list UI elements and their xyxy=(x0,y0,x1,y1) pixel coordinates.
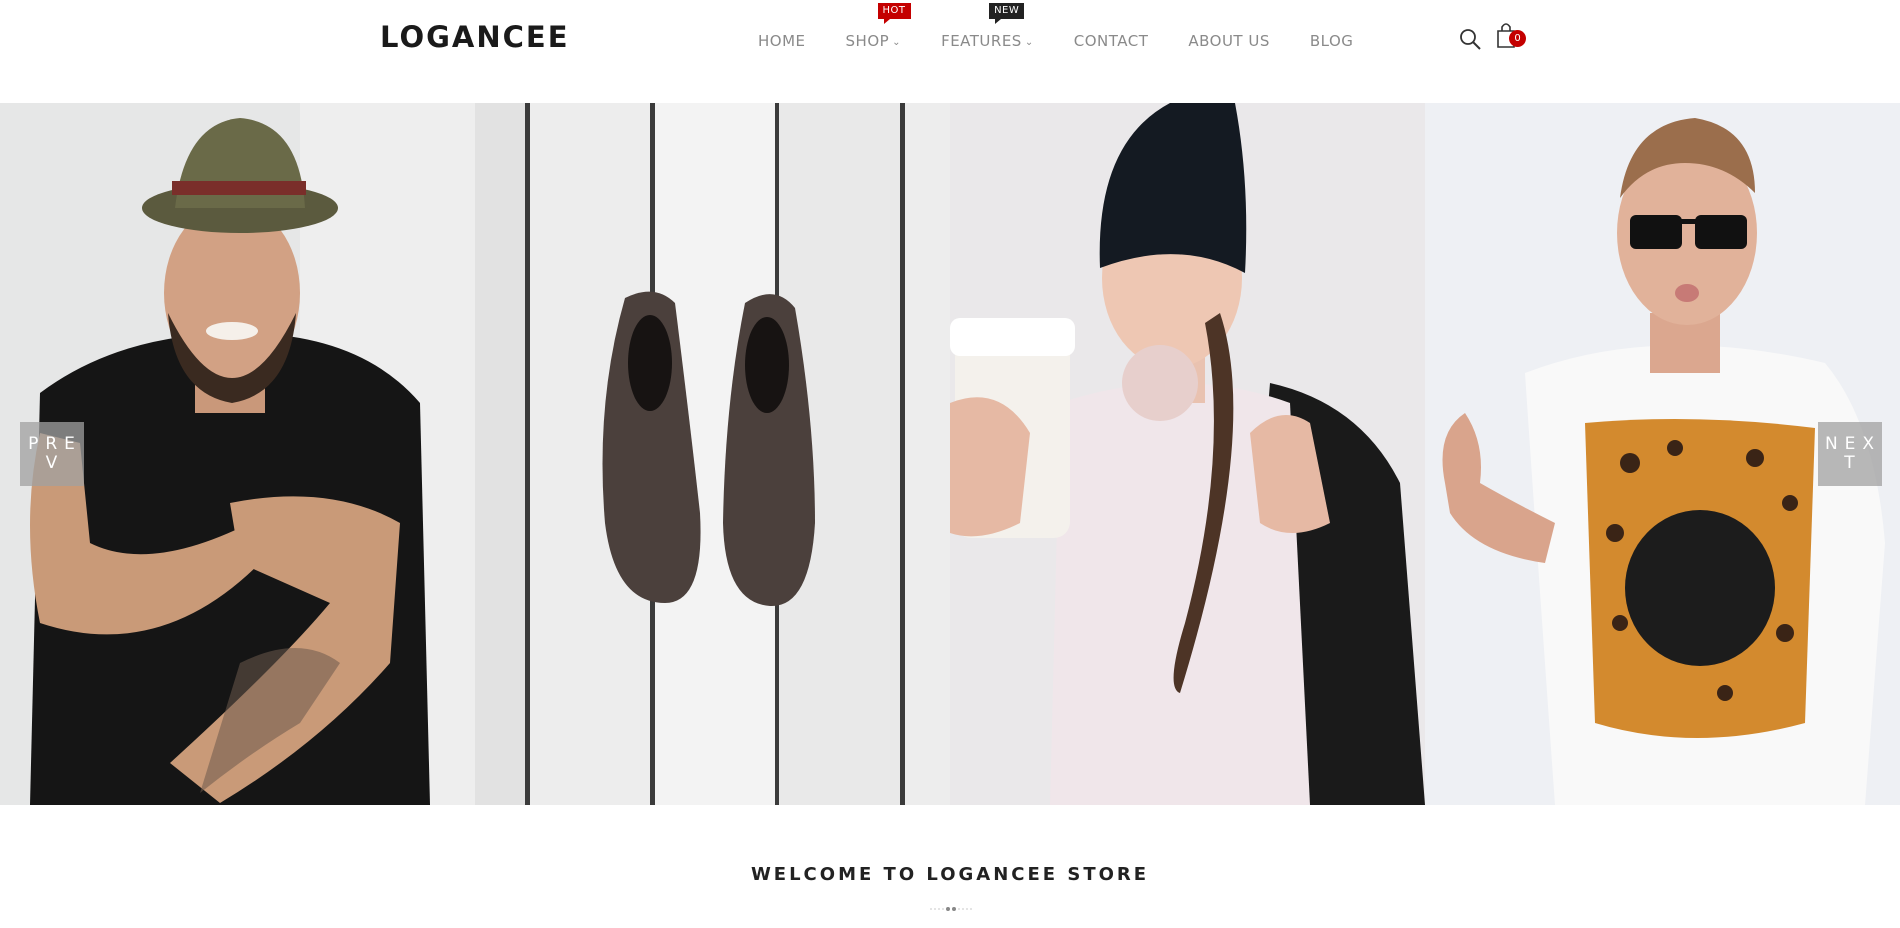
woman-in-beanie-photo xyxy=(950,103,1425,805)
nav-item-label: CONTACT xyxy=(1073,32,1149,50)
nav-item-label: HOME xyxy=(758,32,806,50)
nav-item-features[interactable]: NEW FEATURES ⌄ xyxy=(941,3,1034,50)
hot-badge: HOT xyxy=(877,3,911,24)
nav-item-label: BLOG xyxy=(1309,32,1354,50)
chevron-down-icon: ⌄ xyxy=(892,37,902,48)
slider-prev-button[interactable]: PREV xyxy=(20,422,84,486)
chevron-down-icon: ⌄ xyxy=(1024,37,1034,48)
nav-item-label: SHOP xyxy=(845,32,890,50)
slide-shoes[interactable] xyxy=(475,103,950,805)
new-badge: NEW xyxy=(989,3,1025,24)
nav-item-label: FEATURES xyxy=(941,32,1022,50)
site-logo[interactable]: LOGANCEE xyxy=(380,20,570,54)
cart-count-badge: 0 xyxy=(1509,30,1526,47)
main-nav: HOME HOT SHOP ⌄ NEW FEATURES ⌄ CONTACT ABO… xyxy=(758,3,1393,50)
search-icon[interactable] xyxy=(1458,27,1482,51)
hero-slider xyxy=(0,103,1900,805)
leather-shoes-photo xyxy=(475,103,950,805)
slide-woman-beanie[interactable] xyxy=(950,103,1425,805)
nav-item-shop[interactable]: HOT SHOP ⌄ xyxy=(845,3,911,50)
nav-item-label: ABOUT US xyxy=(1188,32,1270,50)
slider-next-button[interactable]: NEXT xyxy=(1818,422,1882,486)
welcome-title: WELCOME TO LOGANCEE STORE xyxy=(750,864,1150,885)
nav-item-blog[interactable]: BLOG xyxy=(1310,32,1354,50)
site-header: LOGANCEE HOME HOT SHOP ⌄ NEW FEATURES ⌄ CO… xyxy=(0,0,1900,103)
nav-item-home[interactable]: HOME xyxy=(758,32,806,50)
nav-item-contact[interactable]: CONTACT xyxy=(1074,32,1149,50)
title-divider xyxy=(930,907,972,911)
nav-item-about-us[interactable]: ABOUT US xyxy=(1188,32,1270,50)
